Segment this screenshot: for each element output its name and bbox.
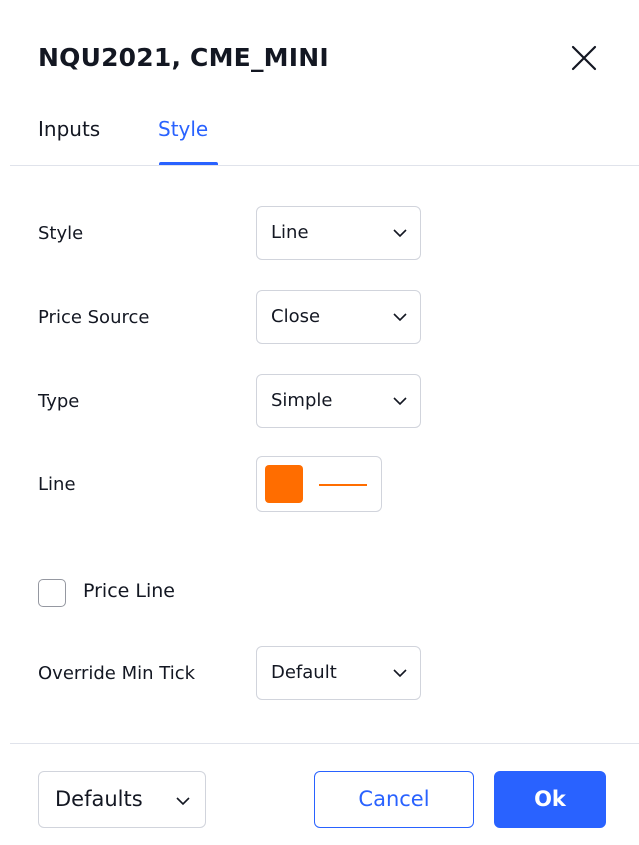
type-select-value: Simple <box>271 390 333 411</box>
style-select[interactable]: Line <box>256 206 421 260</box>
tab-style[interactable]: Style <box>158 114 208 144</box>
override-min-tick-select-value: Default <box>271 662 337 683</box>
header-divider <box>10 165 639 166</box>
price-source-select[interactable]: Close <box>256 290 421 344</box>
line-color-picker[interactable] <box>256 456 382 512</box>
footer-divider <box>10 743 639 744</box>
line-style-sample <box>319 484 367 486</box>
style-label: Style <box>38 223 84 244</box>
ok-button[interactable]: Ok <box>494 771 606 828</box>
chevron-down-icon <box>393 669 407 678</box>
type-label: Type <box>38 391 80 412</box>
style-select-value: Line <box>271 222 309 243</box>
chevron-down-icon <box>176 797 190 806</box>
tab-bar: Inputs Style <box>0 104 639 166</box>
defaults-label: Defaults <box>55 787 143 811</box>
price-source-label: Price Source <box>38 307 150 328</box>
chevron-down-icon <box>393 229 407 238</box>
line-color-swatch <box>265 465 303 503</box>
chevron-down-icon <box>393 397 407 406</box>
override-min-tick-label: Override Min Tick <box>38 663 196 684</box>
override-min-tick-select[interactable]: Default <box>256 646 421 700</box>
type-select[interactable]: Simple <box>256 374 421 428</box>
settings-dialog: NQU2021, CME_MINI Inputs Style Style Lin… <box>0 0 639 845</box>
price-line-label[interactable]: Price Line <box>83 577 175 605</box>
defaults-dropdown[interactable]: Defaults <box>38 771 206 828</box>
close-icon[interactable] <box>566 40 602 76</box>
dialog-title: NQU2021, CME_MINI <box>38 43 329 72</box>
price-line-checkbox[interactable] <box>38 579 66 607</box>
price-source-select-value: Close <box>271 306 321 327</box>
cancel-button[interactable]: Cancel <box>314 771 474 828</box>
tab-inputs[interactable]: Inputs <box>38 114 100 144</box>
chevron-down-icon <box>393 313 407 322</box>
line-label: Line <box>38 474 76 495</box>
